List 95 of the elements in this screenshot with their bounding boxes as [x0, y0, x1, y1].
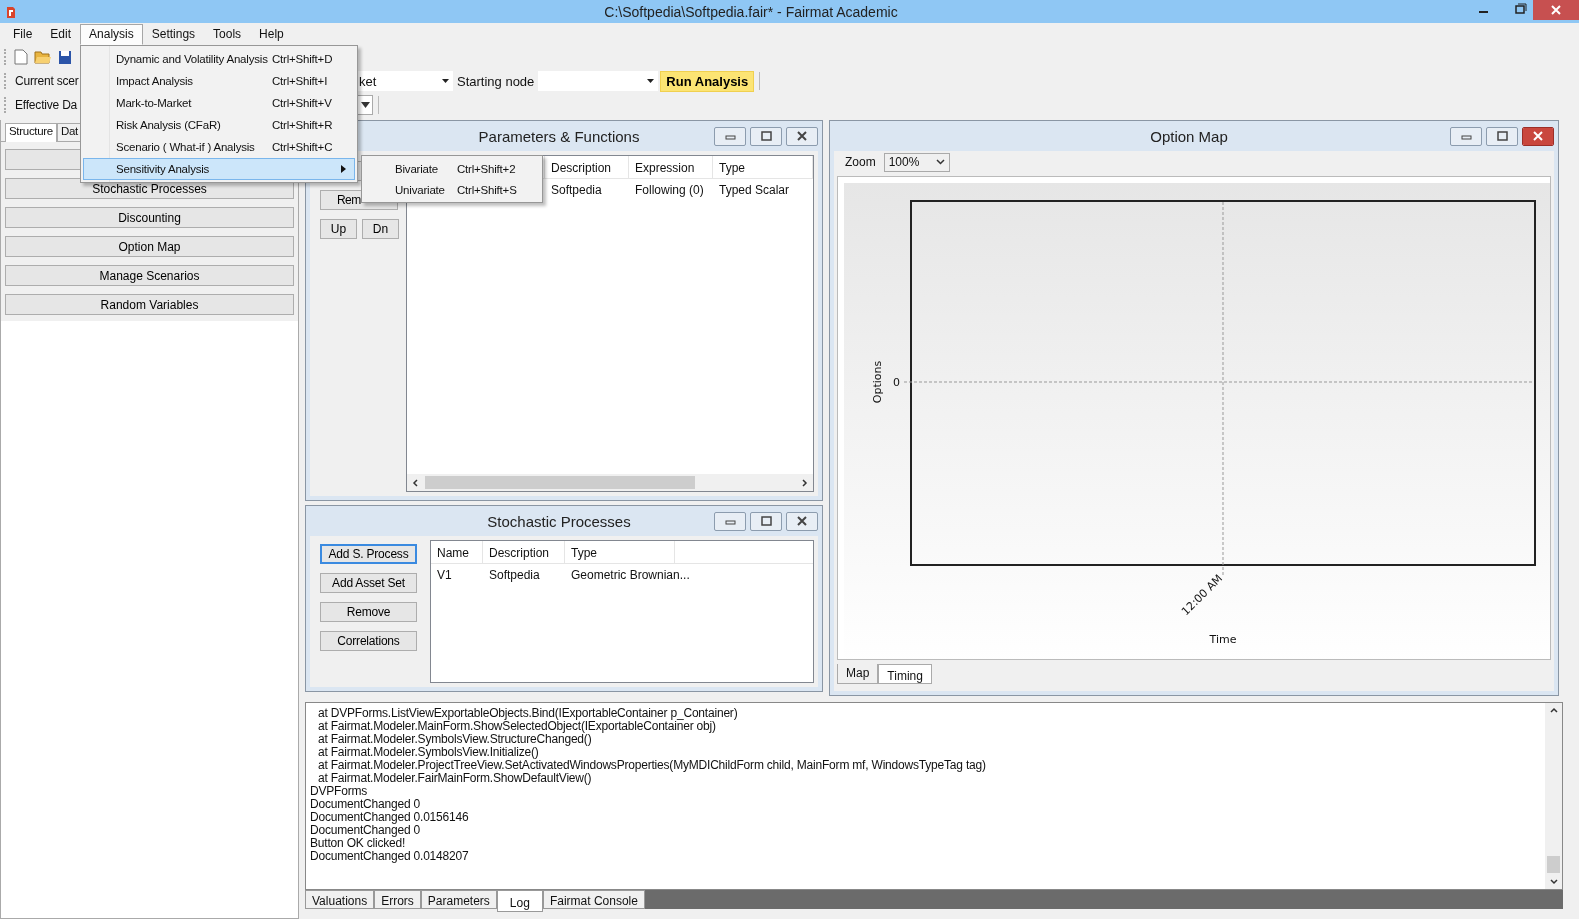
column-header[interactable]: Description	[545, 156, 629, 178]
scroll-thumb[interactable]	[425, 476, 695, 489]
dropdown-arrow-icon	[360, 102, 370, 108]
log-line: at Fairmat.Modeler.MainForm.ShowSelectedObject(IExportableContainer obj)	[317, 720, 716, 733]
axis-label: Time	[1209, 633, 1237, 646]
restore-icon[interactable]	[750, 126, 782, 146]
output-tab[interactable]: Parameters	[420, 890, 497, 909]
panel-button[interactable]: Manage Scenarios	[5, 265, 294, 286]
table-cell-text: Typed Scalar	[718, 182, 791, 199]
column-header[interactable]: Type	[713, 156, 813, 178]
dropdown-arrow-icon	[442, 79, 449, 83]
log-line: Button OK clicked!	[310, 837, 406, 850]
table-cell-text: Following (0)	[634, 182, 705, 199]
menu-item[interactable]: Sensitivity Analysis	[83, 158, 355, 180]
process-button[interactable]: Add S. Process	[320, 544, 417, 564]
column-header[interactable]: Name	[431, 541, 483, 563]
view-tab[interactable]: Timing	[878, 664, 932, 684]
column-header[interactable]: Type	[565, 541, 675, 563]
output-tab[interactable]: Log	[496, 890, 543, 912]
close-icon[interactable]	[1522, 126, 1554, 146]
view-tab[interactable]: Map	[837, 664, 879, 684]
scroll-left-icon[interactable]	[411, 477, 421, 488]
panel-button[interactable]: Discounting	[5, 207, 294, 228]
window-title: Stochastic Processes	[486, 512, 632, 530]
close-icon[interactable]	[786, 126, 818, 146]
log-line: at Fairmat.Modeler.SymbolsView.Initialize()	[317, 746, 539, 759]
restore-icon[interactable]	[750, 511, 782, 531]
process-button[interactable]: Add Asset Set	[320, 573, 417, 593]
log-line: at Fairmat.Modeler.SymbolsView.StructureChanged()	[317, 733, 592, 746]
move-button[interactable]: Dn	[362, 219, 399, 239]
move-button[interactable]: Up	[320, 219, 357, 239]
menu-item[interactable]: Mark-to-Market Ctrl+Shift+V	[83, 92, 355, 114]
table-cell-text: Softpedia	[550, 182, 603, 199]
menu-item[interactable]: Dynamic and Volatility Analysis Ctrl+Shift+D	[83, 48, 355, 70]
output-tab[interactable]: Valuations	[305, 890, 375, 909]
save-icon[interactable]	[58, 49, 72, 65]
menu-item[interactable]: Bivariate Ctrl+Shift+2	[362, 158, 542, 179]
log-line: at Fairmat.Modeler.FairMainForm.ShowDefaultView()	[317, 772, 592, 785]
window-title: C:\Softpedia\Softpedia.fair* - Fairmat Academic	[603, 3, 899, 20]
dropdown-arrow-icon	[647, 79, 655, 83]
open-folder-icon[interactable]	[34, 49, 52, 65]
zoom-label: Zoom	[845, 155, 876, 169]
close-icon[interactable]	[1533, 0, 1579, 20]
panel-button[interactable]: Option Map	[5, 236, 294, 257]
menu-item[interactable]: Analysis	[80, 23, 143, 45]
toolbar-label: Current scer	[15, 74, 79, 88]
table-cell-text: V1	[436, 567, 453, 584]
panel-button[interactable]: Random Variables	[5, 294, 294, 315]
table-cell-text: Softpedia	[488, 567, 541, 584]
minimize-icon[interactable]	[1450, 126, 1482, 146]
menu-item[interactable]: Risk Analysis (CFaR) Ctrl+Shift+R	[83, 114, 355, 136]
table-cell-text: Geometric Brownian...	[570, 567, 691, 584]
minimize-icon[interactable]	[714, 511, 746, 531]
log-line: at Fairmat.Modeler.ProjectTreeView.SetActivatedWindowsProperties(MyMDIChildForm child, MainForm mf, WindowsTypeTag tag)	[317, 759, 987, 772]
menu-item[interactable]: Help	[250, 23, 293, 45]
tick-label: 0	[893, 376, 900, 389]
toolbar-label: Starting node	[456, 73, 536, 89]
log-line: DocumentChanged 0.0156146	[310, 811, 470, 824]
scenario-dropdown[interactable]: ket	[355, 71, 453, 91]
process-button[interactable]: Correlations	[320, 631, 417, 651]
scroll-right-icon[interactable]	[799, 477, 809, 488]
zoom-dropdown[interactable]: 100%	[883, 152, 950, 172]
axis-label: Options	[871, 360, 884, 404]
menu-item[interactable]: Scenario ( What-if ) Analysis Ctrl+Shift+C	[83, 136, 355, 158]
horizontal-scrollbar[interactable]	[407, 474, 813, 491]
panel-tab[interactable]: Structure	[5, 123, 57, 142]
vertical-scrollbar[interactable]	[1545, 703, 1562, 889]
log-line: DocumentChanged 0.0148207	[310, 850, 470, 863]
menu-item[interactable]: Settings	[142, 23, 205, 45]
starting-node-dropdown[interactable]	[538, 71, 659, 91]
menu-item[interactable]: File	[4, 23, 42, 45]
log-line: DVPForms	[310, 785, 368, 798]
scroll-down-icon[interactable]	[1548, 876, 1559, 886]
log-line: DocumentChanged 0	[310, 798, 421, 811]
output-tab[interactable]: Errors	[374, 890, 421, 909]
toolbar-label: Effective Da	[15, 98, 78, 112]
app-icon	[6, 4, 16, 19]
new-file-icon[interactable]	[14, 49, 28, 65]
menu-item[interactable]: Tools	[204, 23, 251, 45]
output-tab[interactable]: Fairmat Console	[542, 890, 645, 909]
log-line: at DVPForms.ListViewExportableObjects.Bind(IExportableContainer p_Container)	[317, 707, 739, 720]
column-header[interactable]: Expression	[629, 156, 713, 178]
close-icon[interactable]	[786, 511, 818, 531]
process-button[interactable]: Remove	[320, 602, 417, 622]
column-header[interactable]: Description	[483, 541, 565, 563]
restore-icon[interactable]	[1486, 126, 1518, 146]
minimize-icon[interactable]	[714, 126, 746, 146]
menu-item[interactable]: Impact Analysis Ctrl+Shift+I	[83, 70, 355, 92]
menu-item[interactable]: Edit	[41, 23, 81, 45]
submenu-arrow-icon	[341, 165, 346, 173]
window-title: Parameters & Functions	[477, 127, 641, 145]
log-line: DocumentChanged 0	[310, 824, 421, 837]
scroll-thumb[interactable]	[1547, 856, 1560, 873]
run-analysis-button[interactable]: Run Analysis	[660, 70, 755, 92]
window-title: Option Map	[1149, 127, 1229, 145]
